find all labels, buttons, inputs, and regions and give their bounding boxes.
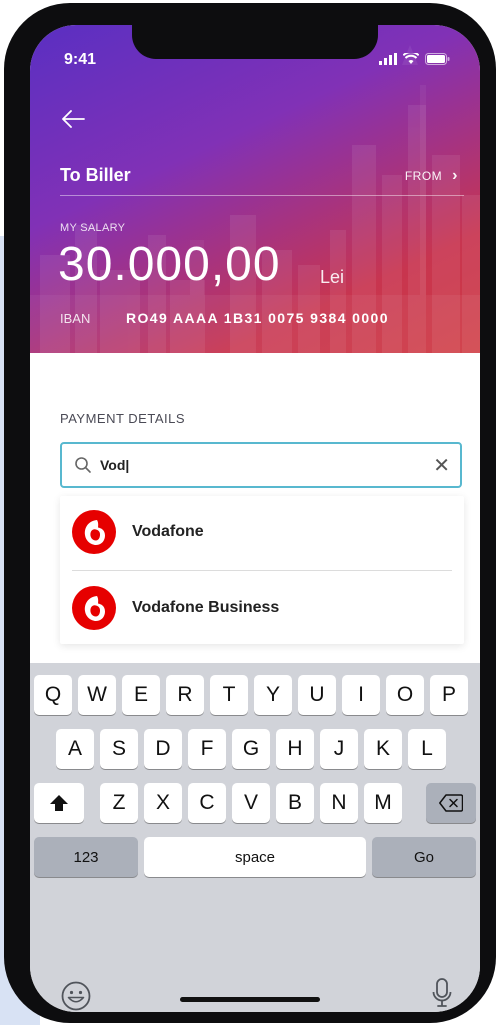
onscreen-keyboard: Q W E R T Y U I O P A S D F G H J K L Z …	[30, 663, 480, 1012]
from-account-button[interactable]: FROM ›	[405, 167, 458, 185]
key-c[interactable]: C	[188, 783, 226, 823]
key-b[interactable]: B	[276, 783, 314, 823]
key-y[interactable]: Y	[254, 675, 292, 715]
key-z[interactable]: Z	[100, 783, 138, 823]
key-q[interactable]: Q	[34, 675, 72, 715]
backspace-icon	[439, 794, 463, 812]
key-o[interactable]: O	[386, 675, 424, 715]
key-p[interactable]: P	[430, 675, 468, 715]
result-item-vodafone-business[interactable]: Vodafone Business	[60, 572, 464, 644]
search-query: Vod|	[100, 457, 130, 473]
vodafone-logo-icon	[72, 586, 116, 630]
space-key[interactable]: space	[144, 837, 366, 877]
search-results-list: Vodafone Vodafone Business	[60, 496, 464, 644]
key-e[interactable]: E	[122, 675, 160, 715]
payment-details-panel: PAYMENT DETAILS Vod| ✕ Vodafone Vodafone…	[30, 353, 480, 663]
key-x[interactable]: X	[144, 783, 182, 823]
phone-notch	[132, 25, 378, 59]
key-v[interactable]: V	[232, 783, 270, 823]
from-label: FROM	[404, 169, 443, 183]
key-i[interactable]: I	[342, 675, 380, 715]
phone-frame: 9:41 To Biller FROM › MY SALARY 30.000,0…	[4, 3, 496, 1023]
key-d[interactable]: D	[144, 729, 182, 769]
status-time: 9:41	[64, 51, 97, 68]
shift-key[interactable]	[34, 783, 84, 823]
search-icon	[75, 457, 91, 473]
wifi-icon	[403, 53, 419, 64]
key-r[interactable]: R	[166, 675, 204, 715]
microphone-icon[interactable]	[432, 977, 452, 1009]
numbers-key[interactable]: 123	[34, 837, 138, 877]
key-k[interactable]: K	[364, 729, 402, 769]
biller-search-input[interactable]: Vod| ✕	[60, 442, 462, 488]
header-divider	[60, 195, 464, 196]
result-item-label: Vodafone Business	[132, 599, 280, 616]
key-n[interactable]: N	[320, 783, 358, 823]
city-skyline-illustration	[30, 45, 480, 353]
result-divider	[72, 570, 452, 571]
page-title: To Biller	[60, 165, 131, 185]
result-item-vodafone[interactable]: Vodafone	[60, 496, 464, 568]
chevron-right-icon: ›	[452, 167, 458, 184]
key-w[interactable]: W	[78, 675, 116, 715]
shift-icon	[50, 795, 68, 811]
key-g[interactable]: G	[232, 729, 270, 769]
signal-icon	[379, 53, 397, 65]
emoji-icon[interactable]	[60, 980, 92, 1012]
back-arrow-icon[interactable]	[60, 109, 86, 129]
iban-label: IBAN	[60, 311, 91, 326]
key-m[interactable]: M	[364, 783, 402, 823]
account-header: 9:41 To Biller FROM › MY SALARY 30.000,0…	[30, 25, 480, 353]
vodafone-logo-icon	[72, 510, 116, 554]
key-u[interactable]: U	[298, 675, 336, 715]
backspace-key[interactable]	[426, 783, 476, 823]
close-icon[interactable]: ✕	[433, 453, 450, 478]
account-balance: 30.000,00	[58, 238, 281, 291]
key-h[interactable]: H	[276, 729, 314, 769]
key-f[interactable]: F	[188, 729, 226, 769]
iban-value: RO49 AAAA 1B31 0075 9384 0000	[126, 310, 389, 326]
key-s[interactable]: S	[100, 729, 138, 769]
home-indicator[interactable]	[180, 997, 320, 1002]
status-icons	[379, 53, 450, 65]
result-item-label: Vodafone	[132, 523, 204, 540]
balance-currency: Lei	[320, 267, 345, 287]
section-title: PAYMENT DETAILS	[60, 411, 186, 426]
key-a[interactable]: A	[56, 729, 94, 769]
key-t[interactable]: T	[210, 675, 248, 715]
key-j[interactable]: J	[320, 729, 358, 769]
key-l[interactable]: L	[408, 729, 446, 769]
go-key[interactable]: Go	[372, 837, 476, 877]
battery-icon	[425, 53, 450, 65]
phone-screen: 9:41 To Biller FROM › MY SALARY 30.000,0…	[30, 25, 480, 1012]
account-label: MY SALARY	[60, 222, 126, 234]
